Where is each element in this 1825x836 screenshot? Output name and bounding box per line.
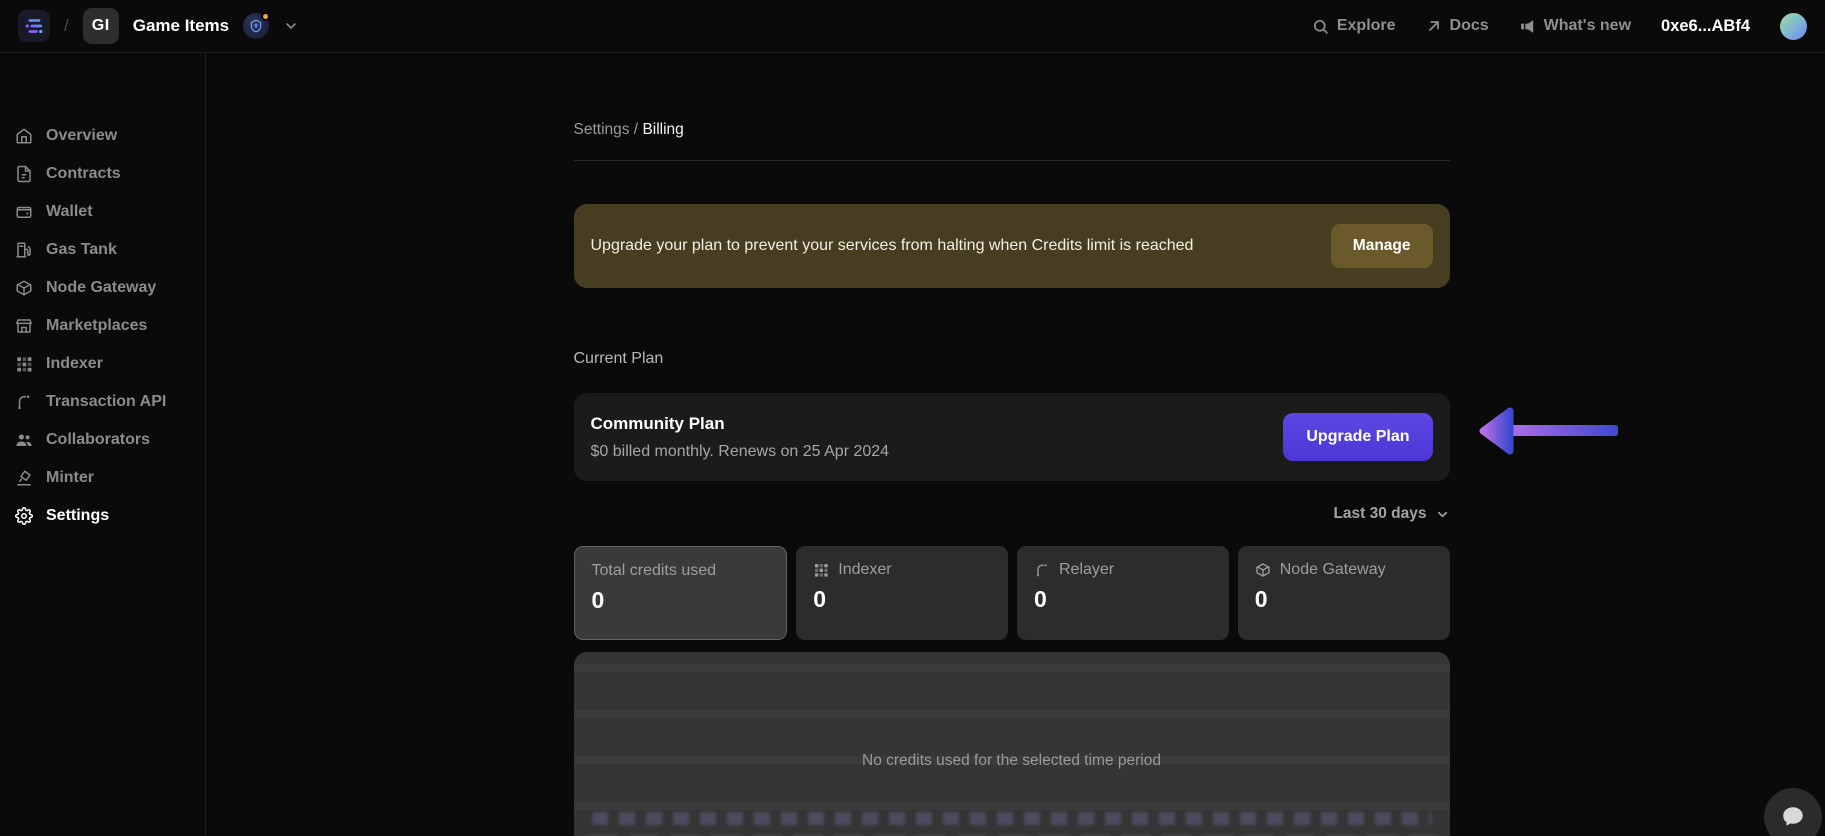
sidebar-item-label: Node Gateway — [46, 279, 156, 297]
people-icon — [14, 431, 33, 449]
sidebar-item-label: Overview — [46, 127, 117, 145]
explore-link[interactable]: Explore — [1312, 17, 1396, 35]
chevron-down-icon[interactable] — [283, 18, 299, 34]
sidebar-item-label: Wallet — [46, 203, 93, 221]
sidebar-item-indexer[interactable]: Indexer — [0, 345, 205, 383]
gas-pump-icon — [14, 241, 33, 259]
sequence-logo-icon — [23, 15, 45, 37]
chevron-down-icon — [1435, 507, 1450, 522]
breadcrumb-billing: Billing — [642, 121, 683, 138]
annotation-arrow-icon — [1477, 402, 1622, 460]
period-label: Last 30 days — [1333, 505, 1426, 523]
upgrade-banner: Upgrade your plan to prevent your servic… — [574, 204, 1450, 288]
cube-icon — [14, 279, 33, 297]
search-icon — [1312, 18, 1329, 35]
sidebar-item-overview[interactable]: Overview — [0, 117, 205, 155]
stat-label: Node Gateway — [1280, 561, 1386, 579]
sidebar-item-label: Marketplaces — [46, 317, 147, 335]
stat-indexer[interactable]: Indexer 0 — [796, 546, 1008, 640]
docs-link[interactable]: Docs — [1426, 17, 1489, 35]
stat-label: Relayer — [1059, 561, 1114, 579]
shield-icon — [249, 19, 263, 33]
sidebar-item-label: Collaborators — [46, 431, 150, 449]
sidebar-item-label: Contracts — [46, 165, 121, 183]
plan-card: Community Plan $0 billed monthly. Renews… — [574, 393, 1450, 481]
chat-bubble-icon — [1780, 804, 1806, 830]
storefront-icon — [14, 317, 33, 335]
sidebar-item-minter[interactable]: Minter — [0, 459, 205, 497]
banner-message: Upgrade your plan to prevent your servic… — [591, 237, 1194, 255]
chart-skeleton-bars — [592, 812, 1432, 825]
contract-icon — [14, 165, 33, 183]
sidebar-item-label: Transaction API — [46, 393, 166, 411]
upgrade-plan-button[interactable]: Upgrade Plan — [1283, 413, 1432, 461]
relay-path-icon — [14, 393, 33, 411]
breadcrumb: Settings / Billing — [574, 53, 1450, 139]
whats-new-label: What's new — [1544, 17, 1631, 35]
stat-value: 0 — [1255, 586, 1433, 613]
current-plan-label: Current Plan — [574, 350, 1450, 368]
project-title: Game Items — [133, 16, 229, 36]
notification-dot — [261, 12, 270, 21]
sidebar-item-node-gateway[interactable]: Node Gateway — [0, 269, 205, 307]
sidebar-item-transaction-api[interactable]: Transaction API — [0, 383, 205, 421]
relay-path-icon — [1034, 562, 1050, 578]
cube-icon — [1255, 562, 1271, 578]
top-bar: / GI Game Items Explore Docs — [0, 0, 1825, 53]
sidebar-item-label: Settings — [46, 507, 109, 525]
stats-row: Total credits used 0 Indexer 0 Relayer 0 — [574, 546, 1450, 640]
sidebar-item-marketplaces[interactable]: Marketplaces — [0, 307, 205, 345]
megaphone-icon — [1519, 18, 1536, 35]
project-initials-badge[interactable]: GI — [83, 8, 119, 44]
divider — [574, 160, 1450, 161]
sidebar-item-wallet[interactable]: Wallet — [0, 193, 205, 231]
period-selector[interactable]: Last 30 days — [1333, 505, 1449, 523]
plan-name: Community Plan — [591, 414, 890, 434]
sidebar-item-label: Gas Tank — [46, 241, 117, 259]
stat-value: 0 — [1034, 586, 1212, 613]
sidebar: Overview Contracts Wallet Gas Tank Node … — [0, 53, 206, 836]
external-link-icon — [1426, 18, 1442, 34]
user-avatar[interactable] — [1780, 13, 1807, 40]
plan-details: $0 billed monthly. Renews on 25 Apr 2024 — [591, 443, 890, 461]
grid-icon — [14, 355, 33, 373]
sidebar-item-settings[interactable]: Settings — [0, 497, 205, 535]
stat-total-credits[interactable]: Total credits used 0 — [574, 546, 788, 640]
grid-icon — [813, 562, 829, 578]
whats-new-link[interactable]: What's new — [1519, 17, 1631, 35]
sidebar-item-label: Indexer — [46, 355, 103, 373]
empty-chart-message: No credits used for the selected time pe… — [574, 752, 1450, 770]
main-content: Settings / Billing Upgrade your plan to … — [206, 53, 1825, 836]
credits-chart-panel: No credits used for the selected time pe… — [574, 652, 1450, 836]
breadcrumb-settings[interactable]: Settings / — [574, 121, 639, 138]
stat-value: 0 — [592, 587, 770, 614]
stat-label: Total credits used — [592, 562, 717, 580]
wallet-icon — [14, 203, 33, 221]
explore-label: Explore — [1337, 17, 1396, 35]
wallet-address[interactable]: 0xe6...ABf4 — [1661, 17, 1750, 36]
stat-label: Indexer — [838, 561, 891, 579]
sidebar-item-contracts[interactable]: Contracts — [0, 155, 205, 193]
gear-icon — [14, 507, 33, 525]
breadcrumb-separator: / — [64, 16, 69, 36]
sidebar-item-label: Minter — [46, 469, 94, 487]
home-icon — [14, 127, 33, 145]
docs-label: Docs — [1450, 17, 1489, 35]
stamp-icon — [14, 469, 33, 487]
sidebar-item-gas-tank[interactable]: Gas Tank — [0, 231, 205, 269]
project-network-avatar[interactable] — [243, 13, 269, 39]
manage-button[interactable]: Manage — [1331, 224, 1433, 268]
stat-node-gateway[interactable]: Node Gateway 0 — [1238, 546, 1450, 640]
app-logo[interactable] — [18, 10, 50, 42]
sidebar-item-collaborators[interactable]: Collaborators — [0, 421, 205, 459]
stat-relayer[interactable]: Relayer 0 — [1017, 546, 1229, 640]
stat-value: 0 — [813, 586, 991, 613]
